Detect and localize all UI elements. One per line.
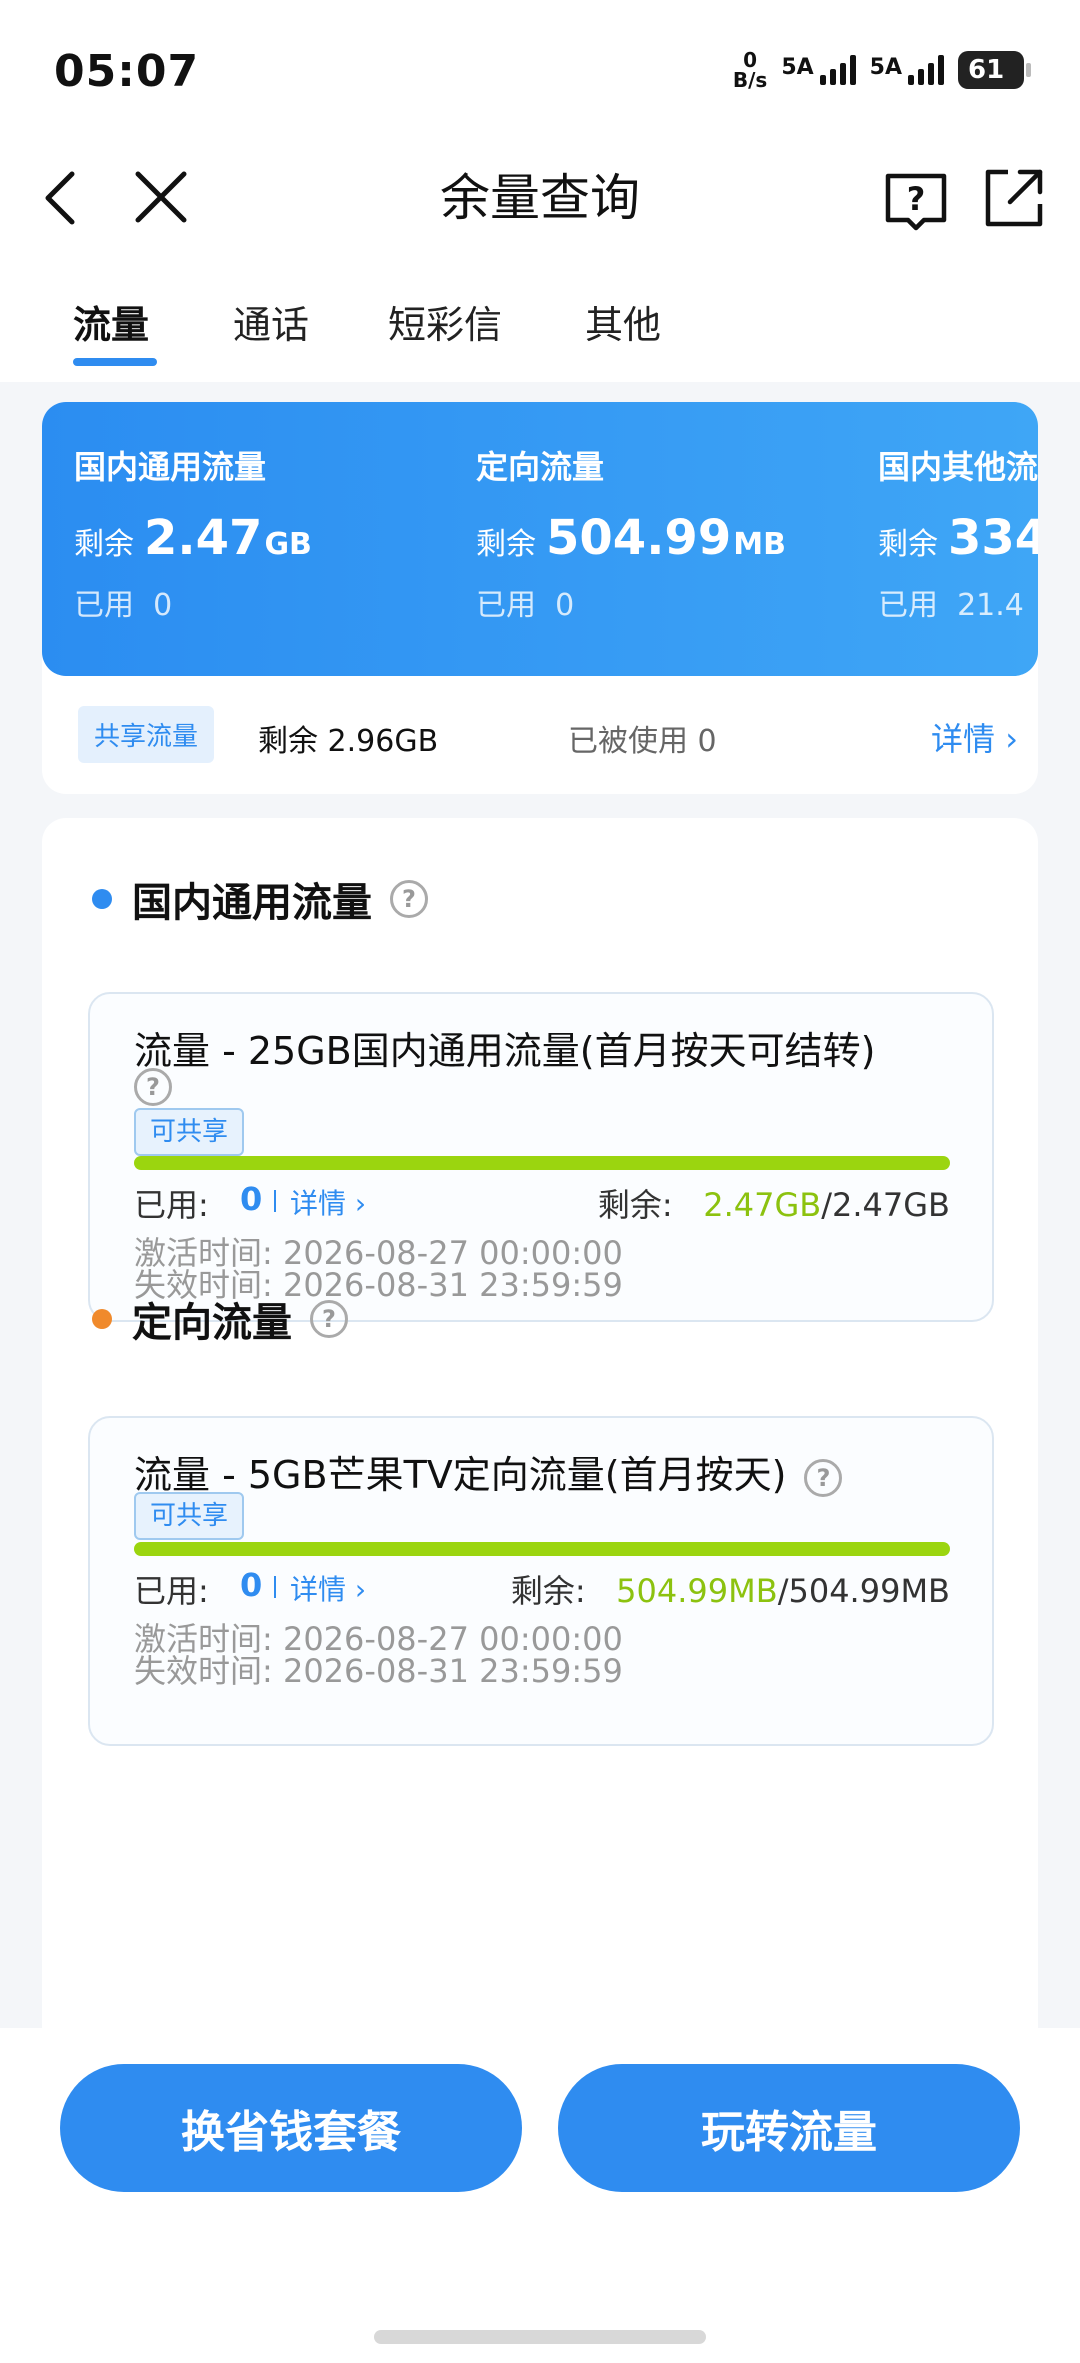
summary-item[interactable]: 定向流量 剩余 504.99MB 已用 0 [476,442,876,624]
status-icons: 0 B/s 5A 5A 61 [732,48,1031,92]
section-dot [92,1309,112,1329]
progress-bar [134,1542,950,1556]
section-header: 定向流量 ? [92,1290,348,1348]
status-bar: 05:07 0 B/s 5A 5A 61 [0,0,1080,140]
summary-item[interactable]: 国内通用流量 剩余 2.47GB 已用 0 [74,442,474,624]
expire-time: 失效时间: 2026-08-31 23:59:59 [134,1652,623,1690]
usage-row: 已用: 0 详情 › 剩余: 504.99MB/504.99MB [134,1566,950,1610]
package-name: 流量 - 5GB芒果TV定向流量(首月按天)? [134,1444,843,1499]
summary-item[interactable]: 国内其他流量 剩余334 已用 21.4 [878,442,1038,624]
tab-bar: 流量 通话 短彩信 其他 [0,262,1080,382]
package-name: 流量 - 25GB国内通用流量(首月按天可结转) [134,1029,876,1073]
shared-detail-link[interactable]: 详情 › [931,714,1018,760]
question-icon[interactable]: ? [310,1300,348,1338]
shareable-tag: 可共享 [134,1492,245,1540]
nav-bar: 余量查询 ? [0,140,1080,262]
switch-plan-button[interactable]: 换省钱套餐 [60,2064,522,2192]
battery-icon: 61 [958,51,1031,89]
section-dot [92,889,112,909]
tab-calls[interactable]: 通话 [233,294,309,349]
svg-text:?: ? [907,180,926,218]
tab-traffic[interactable]: 流量 [73,294,149,349]
usage-detail-link[interactable]: 详情 › [290,1568,366,1608]
home-indicator[interactable] [374,2330,706,2344]
progress-bar [134,1156,950,1170]
shared-remain: 剩余 2.96GB [258,724,439,759]
tab-sms[interactable]: 短彩信 [388,294,502,349]
tab-active-indicator [73,358,157,366]
shared-traffic-row: 共享流量 剩余 2.96GB 已被使用 0 详情 › [78,702,1018,763]
net-speed: 0 B/s [732,48,768,92]
shared-used: 已被使用 0 [568,724,717,759]
package-card: 流量 - 5GB芒果TV定向流量(首月按天)? 可共享 已用: 0 详情 › 剩… [88,1416,994,1746]
section-header: 国内通用流量 ? [92,870,428,928]
signal-icon: 5A [870,55,944,85]
usage-row: 已用: 0 详情 › 剩余: 2.47GB/2.47GB [134,1180,950,1224]
question-icon[interactable]: ? [134,1068,172,1106]
usage-detail-link[interactable]: 详情 › [290,1182,366,1222]
detail-card: 国内通用流量 ? 流量 - 25GB国内通用流量(首月按天可结转) ? 可共享 … [42,818,1038,2058]
summary-card: 国内通用流量 剩余 2.47GB 已用 0 定向流量 剩余 504.99MB 已用 … [42,402,1038,794]
bottom-action-bar: 换省钱套餐 玩转流量 [0,2028,1080,2363]
signal-icon: 5A [781,55,856,85]
package-card: 流量 - 25GB国内通用流量(首月按天可结转) ? 可共享 已用: 0 详情 … [88,992,994,1322]
shareable-tag: 可共享 [134,1108,245,1156]
tab-other[interactable]: 其他 [585,294,661,349]
question-icon[interactable]: ? [804,1458,843,1497]
help-book-icon[interactable]: ? [880,162,952,234]
question-icon[interactable]: ? [390,880,428,918]
shared-traffic-tag: 共享流量 [78,706,215,763]
explore-traffic-button[interactable]: 玩转流量 [558,2064,1020,2192]
summary-carousel[interactable]: 国内通用流量 剩余 2.47GB 已用 0 定向流量 剩余 504.99MB 已用 … [42,402,1038,676]
status-time: 05:07 [54,46,200,97]
share-icon[interactable] [978,162,1050,234]
